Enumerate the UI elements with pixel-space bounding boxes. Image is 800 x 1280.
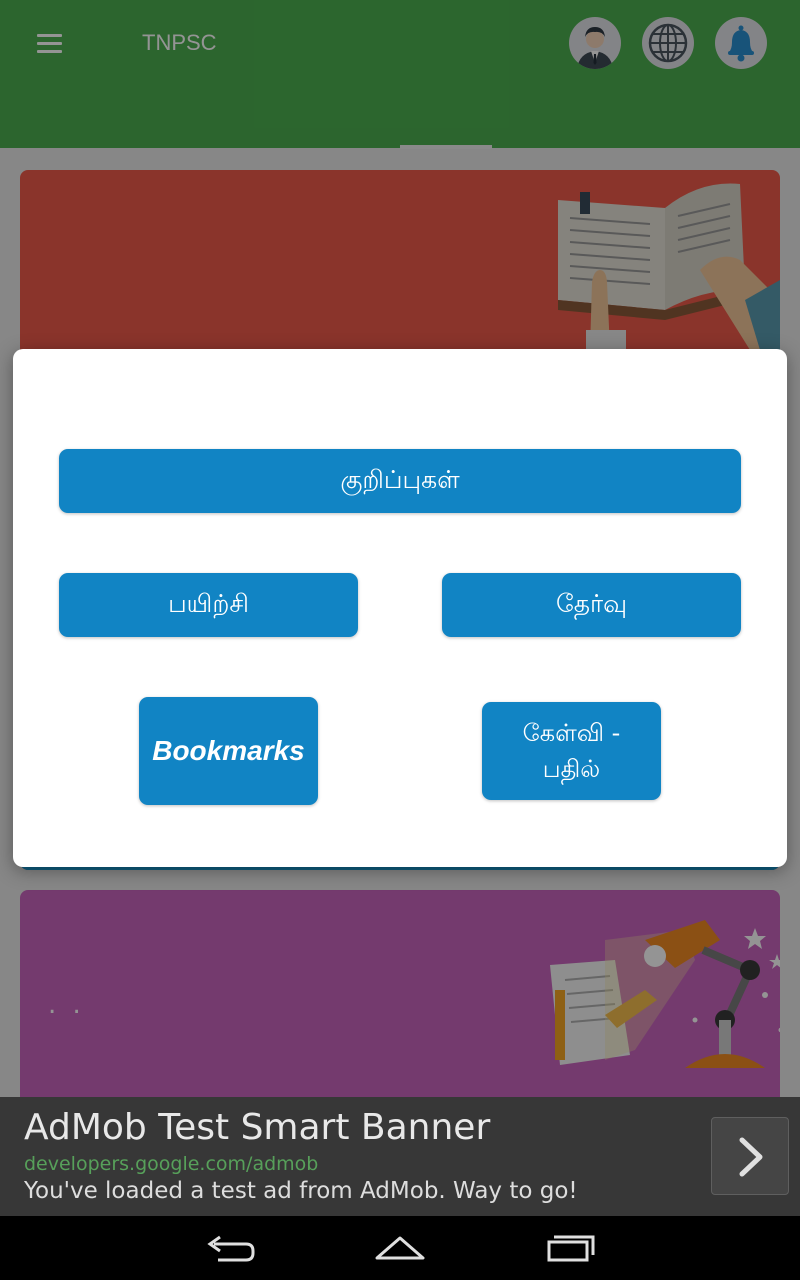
notes-button[interactable]: குறிப்புகள் xyxy=(59,449,741,513)
back-icon[interactable] xyxy=(200,1230,260,1266)
exam-button[interactable]: தேர்வு xyxy=(442,573,741,637)
ad-banner[interactable]: AdMob Test Smart Banner developers.googl… xyxy=(0,1097,800,1216)
home-icon[interactable] xyxy=(370,1230,430,1266)
ad-text: You've loaded a test ad from AdMob. Way … xyxy=(24,1178,578,1204)
bookmarks-button[interactable]: Bookmarks xyxy=(139,697,318,805)
ad-url[interactable]: developers.google.com/admob xyxy=(24,1153,318,1175)
ad-open-button[interactable] xyxy=(711,1117,789,1195)
menu-dialog: குறிப்புகள் பயிற்சி தேர்வு Bookmarks கேள… xyxy=(13,349,787,867)
practice-button[interactable]: பயிற்சி xyxy=(59,573,358,637)
system-nav-bar xyxy=(0,1216,800,1280)
chevron-right-icon xyxy=(739,1137,763,1177)
question-answer-button[interactable]: கேள்வி - பதில் xyxy=(482,702,661,800)
ad-title: AdMob Test Smart Banner xyxy=(24,1107,491,1148)
recent-apps-icon[interactable] xyxy=(540,1230,600,1266)
